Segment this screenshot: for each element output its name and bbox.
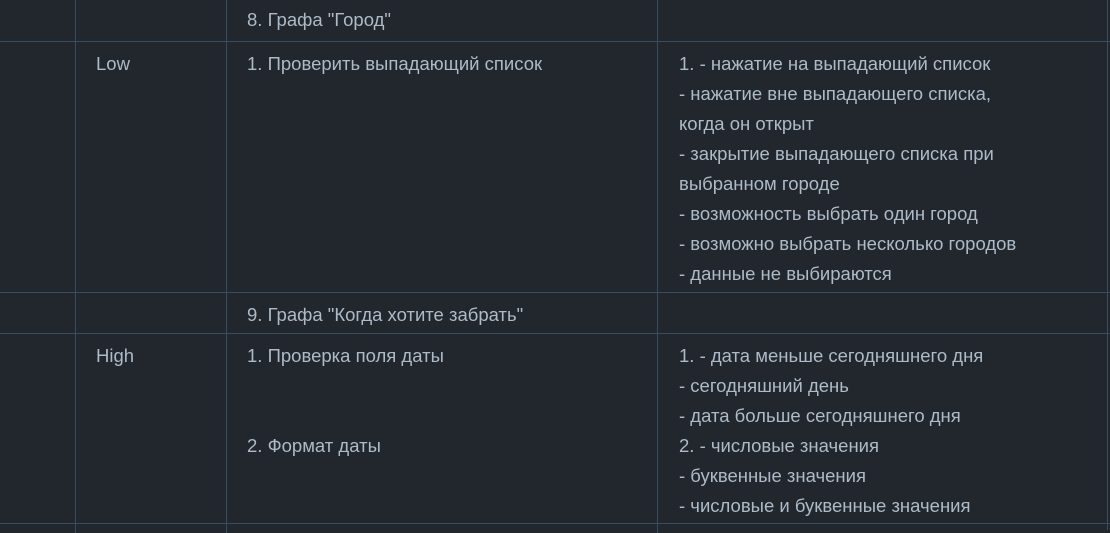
priority-label: Low <box>96 53 130 74</box>
table-cell-index <box>0 293 75 334</box>
case-line: - возможность выбрать один город <box>679 203 978 224</box>
check-item: 1. Проверить выпадающий список <box>247 53 543 74</box>
table-cell-check: 1. Проверка поля даты 2. Формат даты <box>226 334 657 533</box>
case-line: - данные не выбираются <box>679 263 892 284</box>
priority-label <box>96 0 226 30</box>
priority-label <box>96 300 226 330</box>
case-line: - числовые и буквенные значения <box>679 495 971 516</box>
case-line: - сегодняшний день <box>679 375 849 396</box>
table-cell-cases: 1. - дата меньше сегодняшнего дня - сего… <box>657 334 1110 533</box>
check-item: 1. Проверка поля даты <box>247 345 444 366</box>
section-title: 9. Графа "Когда хотите забрать" <box>247 304 524 325</box>
case-line: - нажатие вне выпадающего списка, <box>679 83 992 104</box>
case-line: - дата больше сегодняшнего дня <box>679 405 961 426</box>
table-cell-priority: Low <box>75 42 226 292</box>
table-cell-index <box>0 334 75 533</box>
case-line: 1. - нажатие на выпадающий список <box>679 53 991 74</box>
case-line: - буквенные значения <box>679 465 866 486</box>
case-line: 2. - числовые значения <box>679 435 880 456</box>
table-cell-check: 8. Графа "Город" <box>226 0 657 42</box>
test-cases-table: 8. Графа "Город" Low 1. Проверить выпада… <box>0 0 1110 533</box>
table-row: High 1. Проверка поля даты 2. Формат дат… <box>0 333 1110 533</box>
table-cell-index <box>0 42 75 292</box>
check-item: 2. Формат даты <box>247 435 381 456</box>
case-line: 1. - дата меньше сегодняшнего дня <box>679 345 984 366</box>
table-cell-cases: 1. - нажатие на выпадающий список - нажа… <box>657 42 1110 292</box>
table-row: 9. Графа "Когда хотите забрать" <box>0 292 1110 334</box>
table-cell-priority <box>75 0 226 42</box>
case-line: когда он открыт <box>679 113 814 134</box>
table-cell-cases <box>657 293 1110 334</box>
table-cell-priority <box>75 293 226 334</box>
priority-label: High <box>96 345 135 366</box>
table-cell-check: 1. Проверить выпадающий список <box>226 42 657 292</box>
case-line: - закрытие выпадающего списка при <box>679 143 994 164</box>
case-line: - возможно выбрать несколько городов <box>679 233 1017 254</box>
table-bottom-border <box>0 523 1110 524</box>
table-right-border <box>1107 0 1108 530</box>
table-cell-cases <box>657 0 1110 42</box>
table-cell-priority: High <box>75 334 226 533</box>
table-cell-index <box>0 0 75 42</box>
table-row: Low 1. Проверить выпадающий список 1. - … <box>0 41 1110 292</box>
case-line: выбранном городе <box>679 173 840 194</box>
table-cell-check: 9. Графа "Когда хотите забрать" <box>226 293 657 334</box>
table-row: 8. Графа "Город" <box>0 0 1110 42</box>
section-title: 8. Графа "Город" <box>247 9 391 30</box>
